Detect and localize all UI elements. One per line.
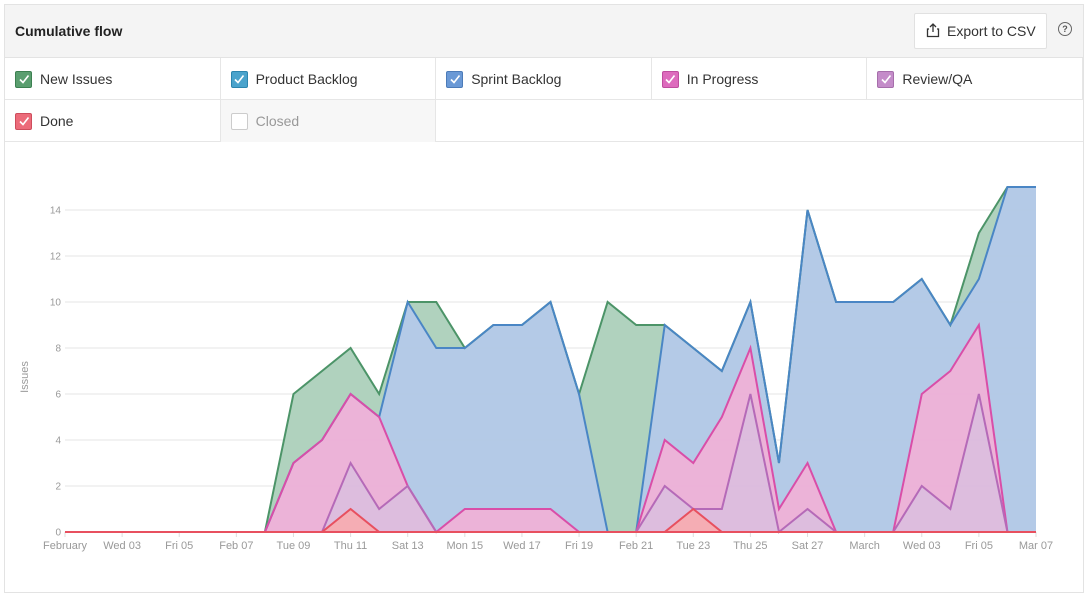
legend-label: New Issues [40, 71, 113, 87]
legend-item-sprint-backlog[interactable]: Sprint Backlog [436, 58, 652, 100]
legend-item-review-qa[interactable]: Review/QA [867, 58, 1083, 100]
y-tick-label: 0 [55, 528, 61, 539]
legend-item-in-progress[interactable]: In Progress [652, 58, 868, 100]
panel-title: Cumulative flow [15, 23, 123, 39]
x-tick-label: Sat 27 [792, 540, 824, 552]
checkbox-checked-icon[interactable] [230, 70, 248, 88]
x-tick-label: Feb 21 [619, 540, 653, 552]
legend-label: Sprint Backlog [471, 71, 562, 87]
y-tick-label: 4 [55, 436, 61, 447]
x-tick-label: Sat 13 [392, 540, 424, 552]
cumulative-flow-panel: Cumulative flow Export to CSV ? New Issu… [4, 4, 1084, 593]
area-sprint-backlog [65, 187, 1036, 532]
x-tick-label: Fri 05 [965, 540, 993, 552]
x-tick-label: Wed 03 [103, 540, 141, 552]
checkbox-checked-icon[interactable] [446, 70, 464, 88]
chart-area: 0 2 4 6 8 10 12 14 Issues February Wed 03 Fri 05 Feb… [5, 142, 1083, 592]
legend-label: Closed [255, 113, 300, 129]
y-tick-label: 10 [50, 298, 62, 309]
legend-item-closed[interactable]: Closed [220, 100, 437, 142]
legend-row: New Issues Product Backlog Sprint Backlog I… [5, 58, 1083, 100]
y-tick-label: 14 [50, 206, 62, 217]
legend-label: Review/QA [902, 71, 973, 87]
y-axis-label: Issues [19, 361, 31, 393]
x-tick-label: Tue 09 [277, 540, 311, 552]
export-csv-label: Export to CSV [947, 23, 1036, 39]
x-tick-label: Tue 23 [676, 540, 710, 552]
legend-label: Product Backlog [255, 71, 358, 87]
x-tick-label: February [43, 540, 88, 552]
legend-item-product-backlog[interactable]: Product Backlog [221, 58, 437, 100]
legend-filler [436, 100, 1083, 142]
y-tick-label: 8 [55, 344, 61, 355]
x-tick-label: Thu 25 [733, 540, 767, 552]
legend-item-done[interactable]: Done [5, 100, 221, 142]
x-tick-label: Thu 11 [334, 540, 367, 552]
y-tick-label: 6 [55, 390, 61, 401]
export-csv-button[interactable]: Export to CSV [914, 13, 1047, 49]
cumulative-flow-chart: 0 2 4 6 8 10 12 14 Issues February Wed 03 Fri 05 Feb… [19, 186, 1053, 552]
checkbox-checked-icon[interactable] [877, 70, 895, 88]
legend-label: In Progress [686, 71, 759, 87]
y-tick-label: 2 [55, 482, 61, 493]
question-circle-icon[interactable]: ? [1058, 22, 1072, 36]
legend-row: Done Closed [5, 100, 1083, 142]
x-tick-label: Mar 07 [1019, 540, 1053, 552]
legend-item-new-issues[interactable]: New Issues [5, 58, 221, 100]
x-tick-label: Wed 17 [503, 540, 541, 552]
x-tick-label: Fri 19 [565, 540, 593, 552]
x-tick-label: Feb 07 [219, 540, 253, 552]
checkbox-checked-icon[interactable] [15, 70, 32, 88]
checkbox-checked-icon[interactable] [15, 112, 32, 130]
share-upload-icon [925, 22, 941, 41]
y-tick-label: 12 [50, 252, 62, 263]
x-tick-label: Mon 15 [446, 540, 483, 552]
checkbox-unchecked-icon[interactable] [230, 112, 248, 130]
legend-label: Done [40, 113, 74, 129]
x-tick-label: Wed 03 [903, 540, 941, 552]
checkbox-checked-icon[interactable] [661, 70, 679, 88]
x-tick-label: March [849, 540, 880, 552]
series-legend: New Issues Product Backlog Sprint Backlog I… [5, 58, 1083, 142]
panel-header: Cumulative flow Export to CSV ? [5, 5, 1083, 58]
x-tick-label: Fri 05 [165, 540, 193, 552]
